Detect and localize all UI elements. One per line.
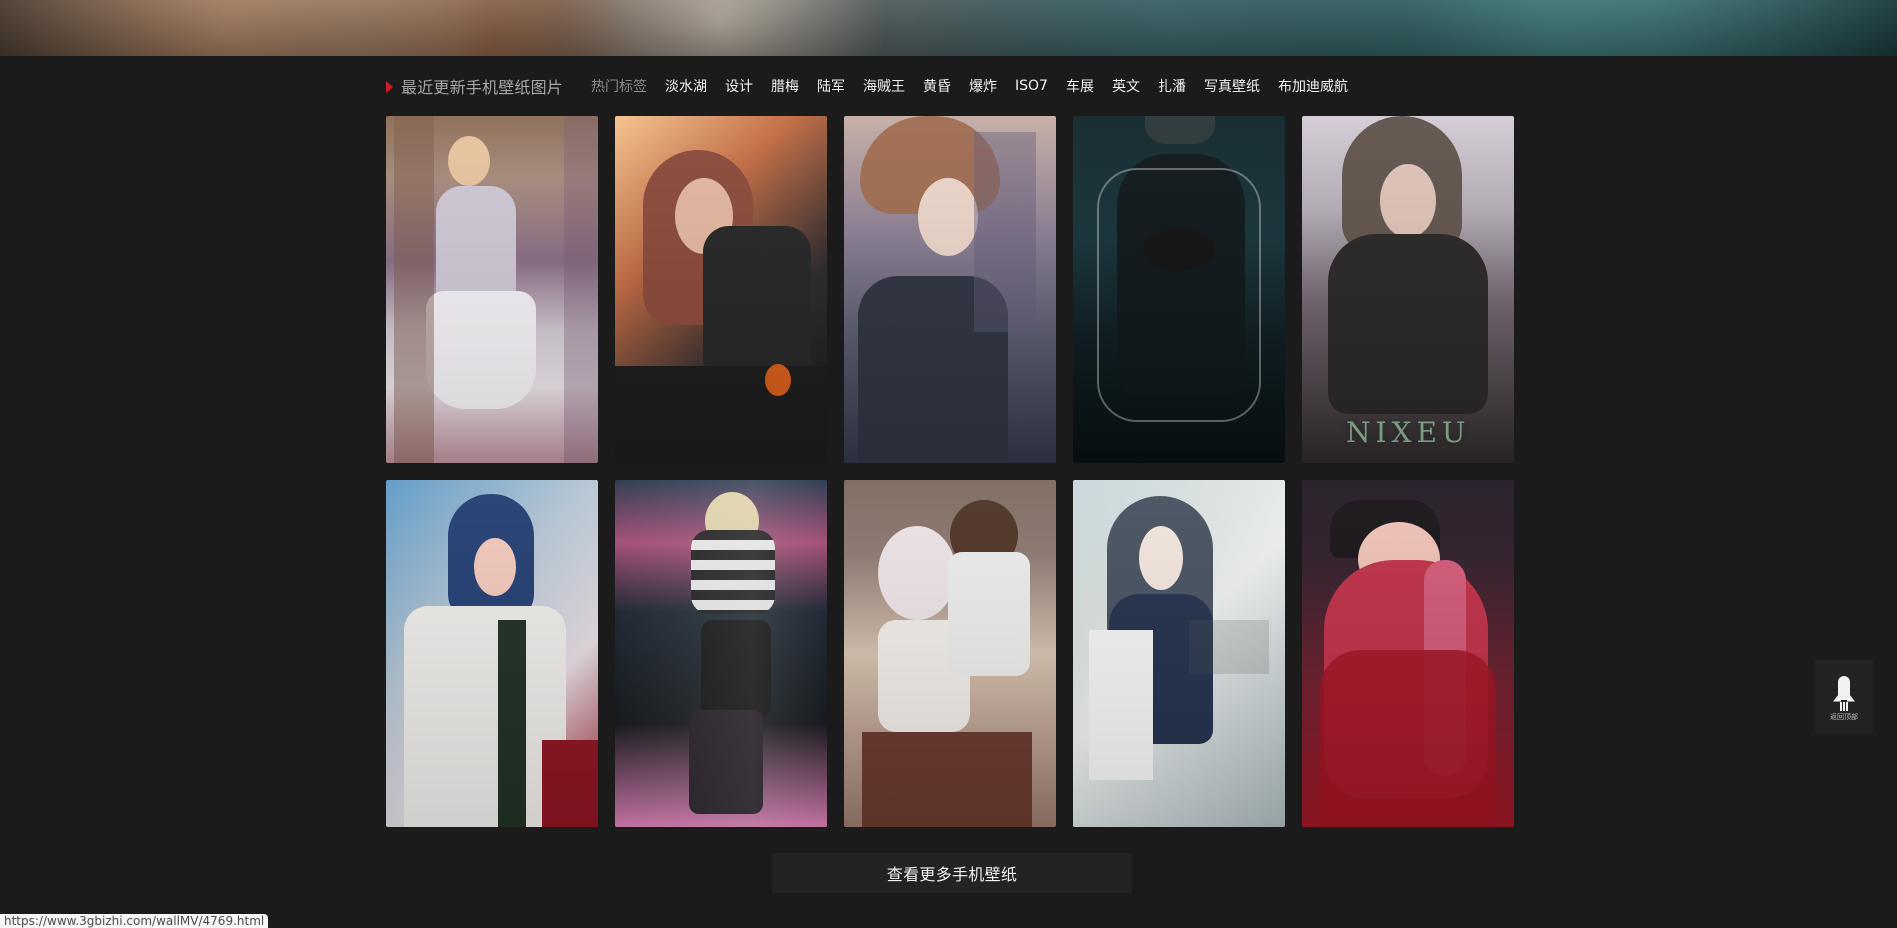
hot-tag[interactable]: 海贼王 [863,76,905,96]
rocket-left-wing [1833,691,1841,702]
hot-tag[interactable]: 陆军 [817,76,845,96]
illustration-shape [765,364,791,396]
hot-tag[interactable]: 爆炸 [969,76,997,96]
wallpaper-image [1073,116,1285,463]
illustration-shape [615,366,827,463]
hot-tag[interactable]: ISO7 [1015,78,1048,94]
hot-tag[interactable]: 腊梅 [771,76,799,96]
illustration-shape [1320,650,1496,827]
hot-tag[interactable]: 淡水湖 [665,76,707,96]
status-bar-link: https://www.3gbizhi.com/wallMV/4769.html [0,914,269,928]
hot-tag[interactable]: 英文 [1112,76,1140,96]
wallpaper-image [844,116,1056,463]
wallpaper-image [386,116,598,463]
back-to-top-button[interactable]: 返回顶部 [1815,660,1873,734]
hot-tag[interactable]: 写真壁纸 [1204,76,1260,96]
wallpaper-card[interactable] [1302,480,1514,827]
wallpaper-card[interactable] [844,480,1056,827]
illustration-shape [1139,526,1183,590]
section-toolbar: 最近更新手机壁纸图片 热门标签 淡水湖 设计 腊梅 陆军 海贼王 黄昏 爆炸 I… [386,74,1516,98]
wallpaper-image [386,480,598,827]
illustration-shape [878,526,956,620]
wallpaper-image [615,480,827,827]
back-to-top-label: 返回顶部 [1830,712,1858,721]
wallpaper-image [1302,480,1514,827]
illustration-shape [426,291,536,409]
wallpaper-card[interactable] [1073,480,1285,827]
rocket-right-wing [1847,691,1855,702]
wallpaper-image [1073,480,1285,827]
wallpaper-card[interactable] [615,480,827,827]
illustration-shape [542,740,598,827]
illustration-shape [1380,164,1436,238]
illustration-shape [498,620,526,827]
hot-tag[interactable]: 设计 [725,76,753,96]
illustration-shape [1328,234,1488,414]
hot-tags-label: 热门标签 [591,79,648,95]
illustration-shape [948,552,1030,676]
section-title: 最近更新手机壁纸图片 [401,78,564,97]
hot-tags-list: 淡水湖 设计 腊梅 陆军 海贼王 黄昏 爆炸 ISO7 车展 英文 扎潘 写真壁… [665,76,1348,96]
wallpaper-card[interactable] [386,116,598,463]
artist-watermark: NIXEU [1346,416,1471,449]
illustration-shape [436,186,516,306]
rocket-icon [1831,674,1857,712]
illustration-shape [615,480,827,827]
wallpaper-card[interactable] [844,116,1056,463]
red-arrow-icon [386,80,393,93]
illustration-shape [703,226,811,376]
hot-tag[interactable]: 扎潘 [1158,76,1186,96]
hot-tag[interactable]: 黄昏 [923,76,951,96]
illustration-shape [862,732,1032,827]
hot-tag[interactable]: 车展 [1066,76,1094,96]
wallpaper-image: NIXEU [1302,116,1514,463]
illustration-shape [1097,168,1261,422]
wallpaper-card[interactable] [1073,116,1285,463]
wallpaper-image [844,480,1056,827]
illustration-shape [564,116,598,463]
illustration-shape [1189,620,1269,674]
illustration-shape [1089,630,1153,780]
wallpaper-gallery: NIXEU [386,116,1518,827]
illustration-shape [918,178,978,256]
rocket-exhaust [1840,701,1848,711]
wallpaper-card[interactable]: NIXEU [1302,116,1514,463]
hot-tag[interactable]: 布加迪威航 [1278,76,1348,96]
illustration-shape [448,136,490,186]
section-title-wrap: 最近更新手机壁纸图片 [386,74,563,98]
hero-banner-image [0,0,1897,56]
illustration-shape [974,132,1036,332]
illustration-shape [1145,116,1215,144]
illustration-shape [474,538,516,596]
wallpaper-image [615,116,827,463]
wallpaper-card[interactable] [386,480,598,827]
more-wallpapers-button[interactable]: 查看更多手机壁纸 [772,853,1132,893]
wallpaper-card[interactable] [615,116,827,463]
hero-banner-overlay [0,0,1897,56]
illustration-shape [394,116,434,463]
